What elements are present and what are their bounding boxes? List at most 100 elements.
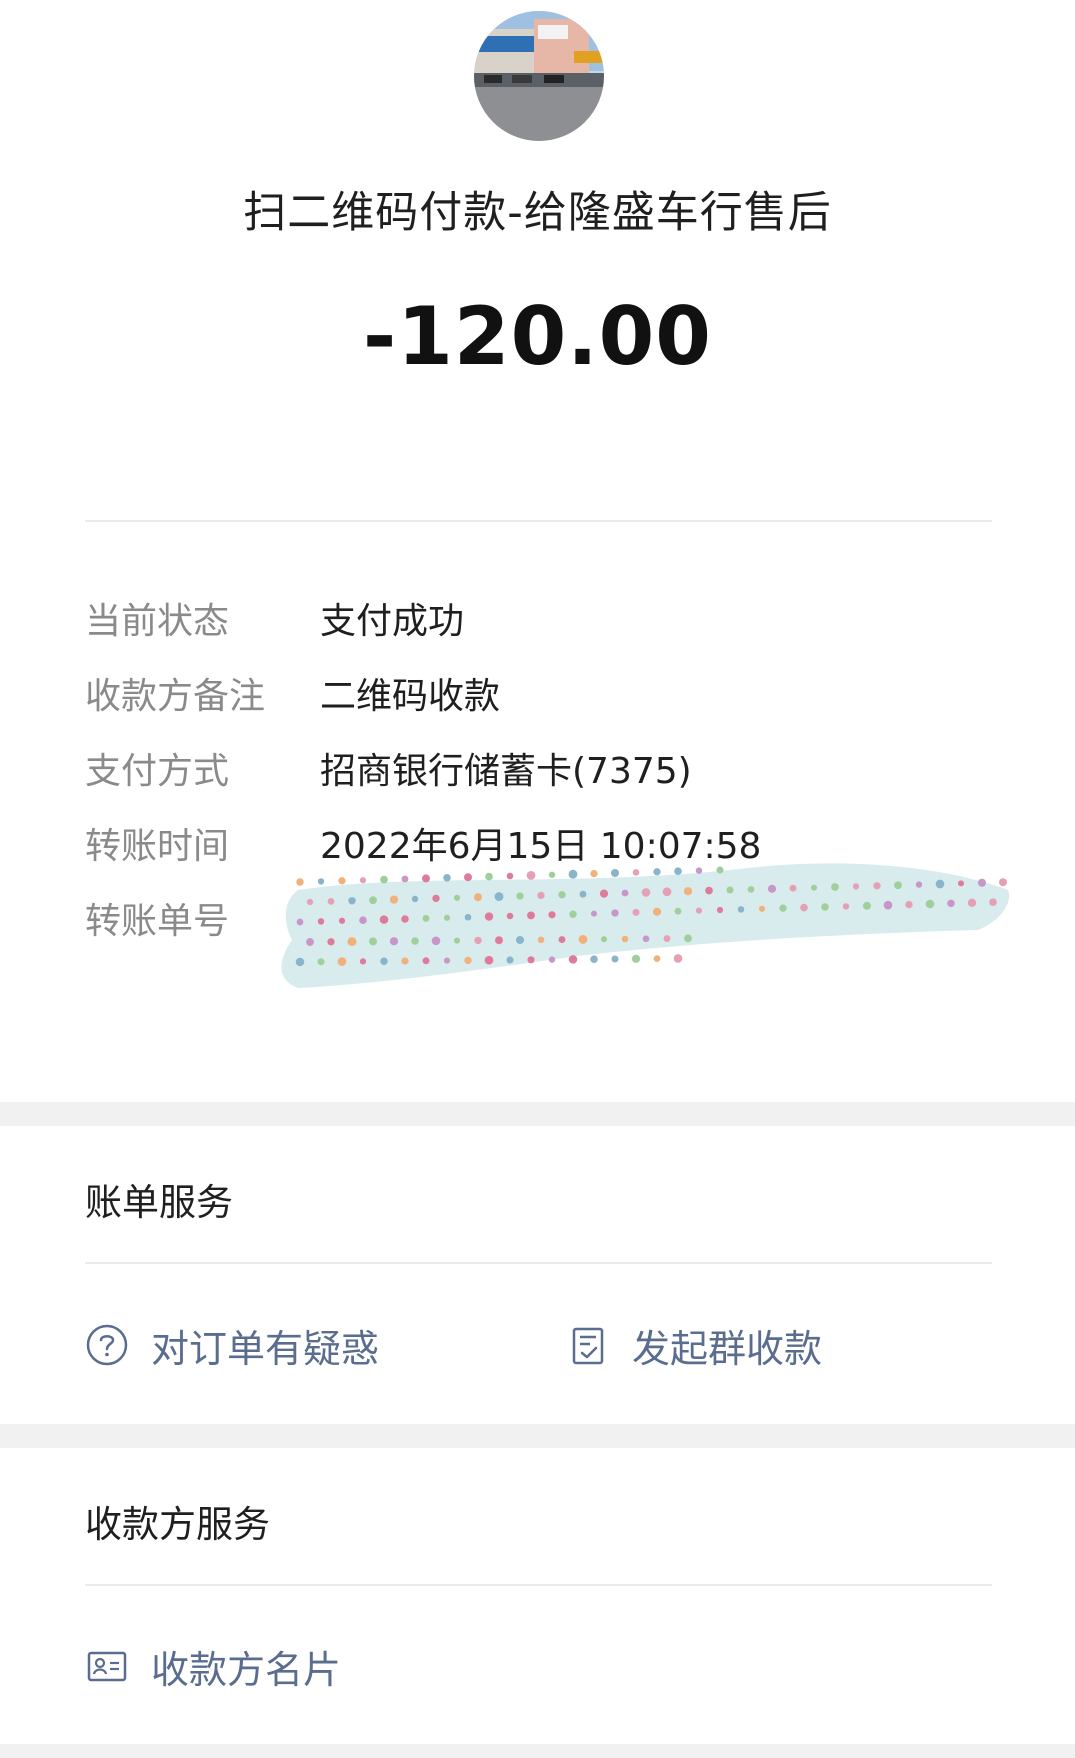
detail-label: 收款方备注 (85, 676, 266, 717)
redaction-dot (653, 955, 661, 962)
redaction-dot (359, 958, 367, 965)
payee-card-button[interactable]: 收款方名片 (85, 1636, 341, 1696)
redaction-dot (473, 893, 483, 902)
redaction-dot (506, 956, 514, 964)
redaction-dot (380, 957, 388, 965)
group-collect-button[interactable]: 发起群收款 (566, 1315, 822, 1375)
detail-label: 支付方式 (85, 751, 230, 792)
redaction-dot (506, 912, 514, 920)
redaction-dot (443, 957, 451, 964)
redaction-dot (401, 957, 409, 965)
section-gap (0, 1744, 1075, 1758)
redaction-dot (632, 869, 640, 876)
redaction-dot (484, 912, 494, 921)
redaction-dot (317, 918, 325, 925)
redaction-dot (621, 889, 629, 897)
redaction-dot (632, 908, 640, 916)
redaction-dot (327, 898, 335, 905)
redaction-dot (673, 954, 683, 963)
redaction-dot (527, 911, 535, 920)
redaction-dot (548, 871, 556, 878)
redaction-dot (779, 904, 787, 912)
detail-value: 招商银行储蓄卡(7375) (320, 751, 692, 792)
redaction-dot (695, 907, 703, 914)
redaction-dot (494, 892, 504, 902)
redaction-dot (662, 887, 672, 897)
redaction-dot (548, 911, 556, 919)
redaction-dot (767, 884, 777, 893)
redaction-dot (526, 870, 536, 880)
redaction-dot (883, 900, 893, 910)
redaction-dot (558, 891, 566, 899)
detail-row-status: 当前状态 支付成功 (85, 592, 1005, 642)
section-title-bill-service: 账单服务 (85, 1181, 233, 1224)
storefront-photo (474, 11, 604, 141)
redaction-dot (683, 887, 693, 896)
redaction-dot (348, 897, 356, 905)
redaction-dot (579, 890, 587, 898)
redaction-dot (317, 878, 325, 885)
detail-label: 转账时间 (85, 826, 230, 867)
redaction-dot (967, 898, 977, 907)
redaction-dot (506, 872, 514, 880)
redaction-dot (915, 881, 923, 888)
redaction-dot (831, 883, 839, 891)
redaction-dot (359, 916, 367, 925)
redaction-dot (873, 882, 881, 890)
transaction-title: 扫二维码付款-给隆盛车行售后 (243, 188, 832, 238)
redaction-dot (369, 937, 377, 946)
redaction-dot (641, 888, 651, 897)
redaction-dot (359, 877, 367, 884)
redaction-dot (411, 937, 419, 945)
order-doubt-button[interactable]: 对订单有疑惑 (85, 1315, 379, 1375)
redaction-dot (484, 955, 494, 965)
redaction-dot (380, 875, 388, 884)
redaction-dot (611, 955, 619, 963)
redaction-dot (821, 903, 829, 911)
redaction-mark (281, 863, 1010, 988)
redaction-dot (705, 886, 713, 895)
redaction-dot (810, 884, 818, 891)
redaction-dot (674, 867, 682, 876)
redaction-dot (935, 879, 945, 889)
detail-row-payee-note: 收款方备注 二维码收款 (85, 667, 1005, 717)
redaction-dot (443, 914, 451, 921)
redaction-dot (464, 913, 472, 921)
section-gap (0, 1424, 1075, 1448)
redaction-dot (726, 886, 734, 894)
redaction-dot (296, 918, 304, 926)
redaction-dot (905, 900, 913, 909)
section-gap (0, 1102, 1075, 1126)
redaction-dot (863, 901, 871, 910)
redaction-dot (295, 957, 305, 967)
contact-card-icon (85, 1644, 129, 1688)
redaction-dot (599, 889, 609, 898)
redaction-dot (611, 909, 619, 917)
redaction-dot (338, 877, 346, 885)
redaction-dot (369, 896, 377, 905)
redaction-dot (389, 937, 399, 946)
transaction-amount: -120.00 (363, 290, 712, 383)
payee-card-label: 收款方名片 (151, 1647, 342, 1692)
redaction-dot (453, 937, 461, 944)
redaction-dot (422, 914, 430, 922)
redaction-dot (747, 886, 755, 893)
redaction-dot (401, 875, 409, 883)
question-circle-icon (85, 1323, 129, 1367)
redaction-dot (296, 878, 304, 886)
redaction-dot (653, 868, 661, 876)
redaction-dot (957, 880, 965, 887)
redaction-dot (432, 894, 440, 903)
redaction-dot (716, 866, 724, 874)
redaction-dot (463, 873, 473, 882)
detail-row-payment-method: 支付方式 招商银行储蓄卡(7375) (85, 742, 1005, 792)
redaction-dot (537, 936, 545, 944)
redaction-dot (443, 874, 451, 882)
redaction-dot (411, 895, 419, 903)
redaction-dot (337, 957, 347, 966)
detail-value: 二维码收款 (320, 676, 501, 717)
order-doubt-label: 对订单有疑惑 (151, 1326, 380, 1371)
payee-avatar[interactable] (474, 11, 604, 141)
redaction-dot (716, 906, 724, 914)
redaction-dot (610, 868, 620, 878)
